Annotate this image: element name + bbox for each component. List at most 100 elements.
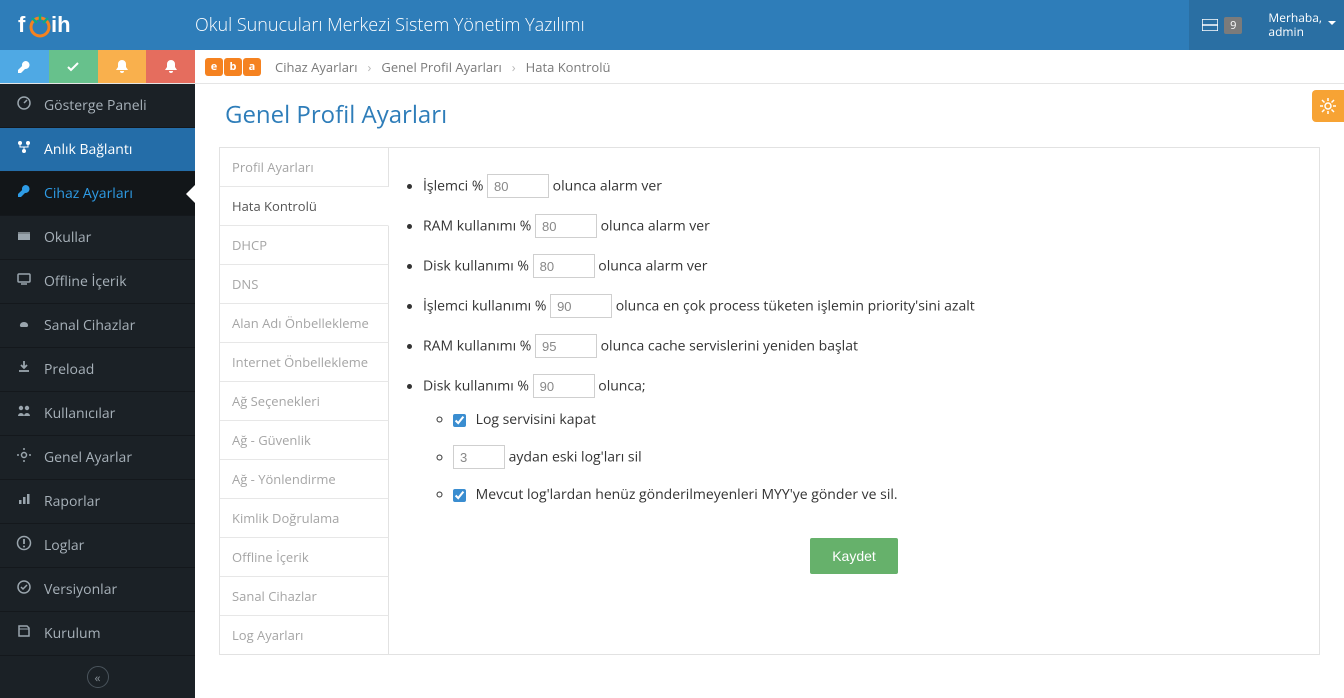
vertical-tabs: Profil AyarlarıHata KontrolüDHCPDNSAlan … (219, 147, 389, 655)
tab-a-g-venlik[interactable]: Ağ - Güvenlik (220, 421, 389, 460)
row-disk-alarm: Disk kullanımı % olunca alarm ver (423, 246, 1307, 286)
schools-icon (16, 227, 32, 248)
tab-offline-i-erik[interactable]: Offline İçerik (220, 538, 389, 577)
eba-a: a (243, 58, 261, 76)
breadcrumb: Cihaz Ayarları › Genel Profil Ayarları ›… (275, 50, 610, 83)
users-icon (16, 403, 32, 424)
nav-label: Gösterge Paneli (44, 96, 147, 115)
cpu-priority-input[interactable] (550, 294, 612, 318)
install-icon (16, 623, 32, 644)
tab-sanal-cihazlar[interactable]: Sanal Cihazlar (220, 577, 389, 616)
tab-internet-nbellekleme[interactable]: Internet Önbellekleme (220, 343, 389, 382)
cpu-alarm-input[interactable] (487, 174, 549, 198)
nav-label: Raporlar (44, 492, 100, 511)
eba-b: b (224, 58, 242, 76)
nav-item-versions[interactable]: Versiyonlar (0, 568, 195, 612)
device-icon (16, 183, 32, 204)
offline-icon (16, 271, 32, 292)
sidebar-collapse[interactable]: « (0, 656, 195, 698)
versions-icon (16, 579, 32, 600)
content: Genel Profil Ayarları Profil AyarlarıHat… (195, 84, 1344, 698)
nav-item-settings[interactable]: Genel Ayarlar (0, 436, 195, 480)
nav-item-dashboard[interactable]: Gösterge Paneli (0, 84, 195, 128)
log-close-checkbox[interactable] (453, 414, 466, 427)
tab-profil-ayarlar-[interactable]: Profil Ayarları (220, 148, 389, 187)
messages-button[interactable]: 9 (1189, 0, 1254, 50)
nav-label: Kurulum (44, 624, 101, 643)
nav-item-install[interactable]: Kurulum (0, 612, 195, 656)
tab-hata-kontrol-[interactable]: Hata Kontrolü (220, 187, 389, 226)
nav-label: Loglar (44, 536, 84, 555)
nav-item-preload[interactable]: Preload (0, 348, 195, 392)
tab-alan-ad-nbellekleme[interactable]: Alan Adı Önbellekleme (220, 304, 389, 343)
breadcrumb-item[interactable]: Cihaz Ayarları (275, 58, 358, 76)
eba-logo[interactable]: e b a (205, 50, 261, 83)
nav-label: Okullar (44, 228, 91, 247)
ram-cache-input[interactable] (535, 334, 597, 358)
username-label: admin (1268, 25, 1322, 39)
nav-label: Genel Ayarlar (44, 448, 132, 467)
bell-alert-icon (165, 60, 177, 74)
brand-logo[interactable]: f ih (0, 0, 195, 50)
quick-alerts-button[interactable] (98, 50, 147, 83)
settings-icon (16, 447, 32, 468)
disk-when-input[interactable] (533, 374, 595, 398)
svg-text:ih: ih (51, 12, 71, 37)
tab-body: İşlemci % olunca alarm ver RAM kullanımı… (389, 147, 1320, 655)
svg-text:f: f (18, 12, 26, 37)
nav-label: Sanal Cihazlar (44, 316, 135, 335)
page-settings-button[interactable] (1312, 90, 1344, 122)
sidebar: Gösterge Paneli Anlık Bağlantı Cihaz Ayarl… (0, 84, 195, 698)
tab-kimlik-do-rulama[interactable]: Kimlik Doğrulama (220, 499, 389, 538)
chevron-left-circle-icon: « (87, 666, 109, 688)
nav-item-logs[interactable]: Loglar (0, 524, 195, 568)
preload-icon (16, 359, 32, 380)
nav-label: Kullanıcılar (44, 404, 115, 423)
quick-alarm-button[interactable] (146, 50, 195, 83)
tab-a-se-enekleri[interactable]: Ağ Seçenekleri (220, 382, 389, 421)
app-title: Okul Sunucuları Merkezi Sistem Yönetim Y… (195, 13, 1189, 37)
caret-down-icon (1328, 21, 1336, 29)
row-ram-cache: RAM kullanımı % olunca cache servislerin… (423, 326, 1307, 366)
topbar-right: 9 Merhaba, admin (1189, 0, 1344, 50)
nav-label: Versiyonlar (44, 580, 117, 599)
tab-log-ayarlar-[interactable]: Log Ayarları (220, 616, 389, 654)
nav-item-vm[interactable]: Sanal Cihazlar (0, 304, 195, 348)
nav-label: Preload (44, 360, 94, 379)
quick-actions (0, 50, 195, 83)
bell-icon (116, 60, 128, 74)
nav-item-live[interactable]: Anlık Bağlantı (0, 128, 195, 172)
nav-item-users[interactable]: Kullanıcılar (0, 392, 195, 436)
user-menu[interactable]: Merhaba, admin (1254, 0, 1344, 50)
row-ram-alarm: RAM kullanımı % olunca alarm ver (423, 206, 1307, 246)
tab-dns[interactable]: DNS (220, 265, 389, 304)
logs-icon (16, 535, 32, 556)
quick-approve-button[interactable] (49, 50, 98, 83)
nav-label: Offline İçerik (44, 272, 127, 291)
ram-alarm-input[interactable] (535, 214, 597, 238)
quick-tools-button[interactable] (0, 50, 49, 83)
save-button[interactable]: Kaydet (810, 538, 898, 574)
nav-item-device[interactable]: Cihaz Ayarları (0, 172, 195, 216)
disk-alarm-input[interactable] (533, 254, 595, 278)
live-icon (16, 139, 32, 160)
row-cpu-alarm: İşlemci % olunca alarm ver (423, 166, 1307, 206)
breadcrumb-item[interactable]: Genel Profil Ayarları (381, 58, 501, 76)
tab-dhcp[interactable]: DHCP (220, 226, 389, 265)
row-log-close: Log servisini kapat (453, 402, 1307, 437)
send-logs-checkbox[interactable] (453, 489, 466, 502)
reports-icon (16, 491, 32, 512)
nav-item-offline[interactable]: Offline İçerik (0, 260, 195, 304)
tab-a-y-nlendirme[interactable]: Ağ - Yönlendirme (220, 460, 389, 499)
messages-badge: 9 (1224, 17, 1242, 34)
nav-label: Anlık Bağlantı (44, 140, 132, 159)
row-cpu-priority: İşlemci kullanımı % olunca en çok proces… (423, 286, 1307, 326)
page-title: Genel Profil Ayarları (225, 98, 1320, 131)
nav-item-schools[interactable]: Okullar (0, 216, 195, 260)
nav-item-reports[interactable]: Raporlar (0, 480, 195, 524)
row-send-logs: Mevcut log'lardan henüz gönderilmeyenler… (453, 477, 1307, 512)
toolbar-row: e b a Cihaz Ayarları › Genel Profil Ayar… (0, 50, 1344, 84)
breadcrumb-item: Hata Kontrolü (526, 58, 611, 76)
old-logs-months-input[interactable] (453, 445, 505, 469)
row-disk-when: Disk kullanımı % olunca; Log servisini k… (423, 366, 1307, 520)
